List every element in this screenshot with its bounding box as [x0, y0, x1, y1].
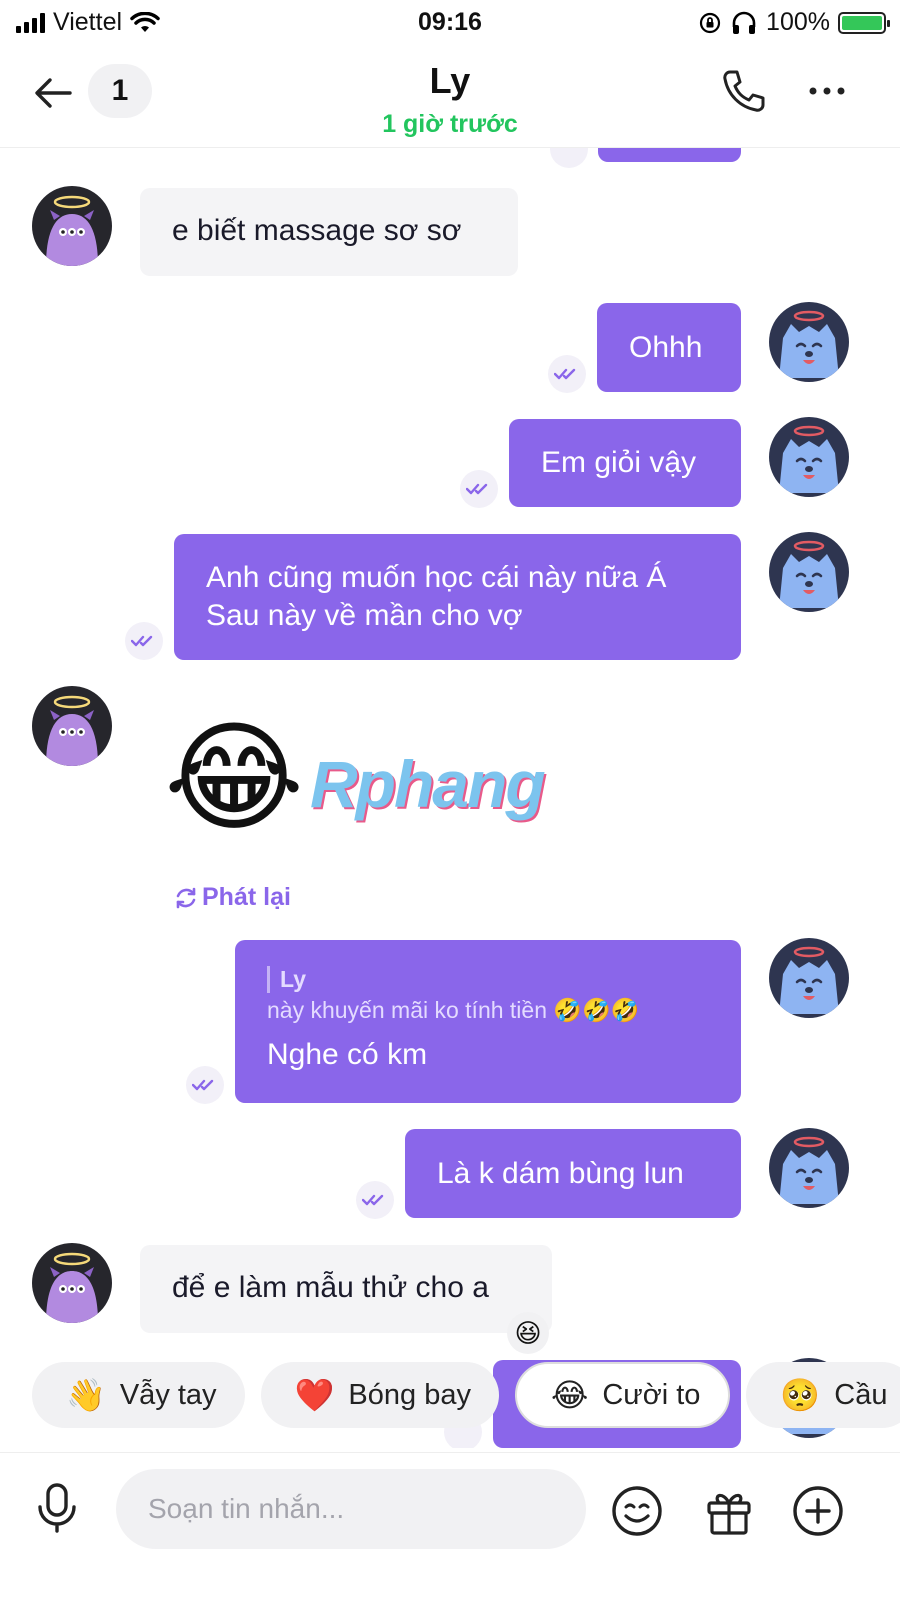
phone-call-icon[interactable]: [718, 66, 768, 116]
more-options-icon[interactable]: [802, 66, 852, 116]
message-list[interactable]: e biết massage sơ sơ Ohhh Em giỏi vậy An…: [0, 148, 900, 1448]
user-avatar[interactable]: [769, 302, 849, 382]
message-input[interactable]: [116, 1469, 586, 1549]
message-bubble-partial[interactable]: [598, 148, 741, 162]
status-right: 100%: [698, 8, 890, 37]
quick-reply-chip[interactable]: 🥺 Cầu: [746, 1362, 900, 1428]
heart-icon: ❤️: [294, 1377, 335, 1413]
message-text: Em giỏi vậy: [541, 446, 697, 479]
contact-avatar[interactable]: [32, 1243, 112, 1323]
message-composer: [0, 1452, 900, 1600]
status-bar: Viettel 09:16 100%: [0, 0, 900, 44]
message-bubble-outgoing[interactable]: Anh cũng muốn học cái này nữa Á Sau này …: [174, 534, 741, 660]
contact-avatar[interactable]: [32, 686, 112, 766]
wave-icon: 👋: [66, 1377, 106, 1413]
message-bubble-outgoing[interactable]: Em giỏi vậy: [509, 419, 741, 507]
seen-tick-icon: [186, 1066, 224, 1104]
emoji-icon[interactable]: [611, 1485, 663, 1537]
message-text-line: Anh cũng muốn học cái này nữa Á: [206, 561, 667, 594]
watermark-logo: Rphang: [310, 747, 546, 821]
battery-icon: [838, 11, 890, 34]
quick-reply-bar: 👋 Vẫy tay ❤️ Bóng bay 😂 Cười to 🥺 Cầu: [0, 1362, 900, 1428]
message-bubble-incoming[interactable]: e biết massage sơ sơ: [140, 188, 518, 276]
seen-tick-icon: [460, 470, 498, 508]
gift-icon[interactable]: [703, 1485, 755, 1537]
seen-tick-icon: [548, 355, 586, 393]
message-text-line: Sau này về mần cho vợ: [206, 599, 523, 632]
message-bubble-outgoing[interactable]: Ohhh: [597, 303, 741, 392]
seen-tick-icon: [356, 1181, 394, 1219]
headphones-icon: [732, 11, 756, 34]
message-text: Ohhh: [629, 330, 703, 364]
user-avatar[interactable]: [769, 1128, 849, 1208]
chip-label: Cười to: [602, 1378, 701, 1411]
seen-tick-icon: [550, 148, 588, 168]
message-bubble-reply[interactable]: Ly này khuyến mãi ko tính tiền 🤣🤣🤣 Nghe …: [235, 940, 741, 1103]
laughing-icon: 😂: [550, 1377, 589, 1413]
battery-percent: 100%: [766, 8, 830, 36]
quick-reply-chip[interactable]: 😂 Cười to: [514, 1362, 731, 1428]
quoted-text: này khuyến mãi ko tính tiền 🤣🤣🤣: [267, 997, 640, 1023]
refresh-icon: [176, 887, 196, 908]
replay-button[interactable]: Phát lại: [174, 883, 291, 912]
chip-label: Vẫy tay: [119, 1378, 217, 1411]
add-icon[interactable]: [792, 1485, 844, 1537]
pleading-icon: 🥺: [780, 1377, 821, 1413]
chip-label: Cầu: [834, 1378, 888, 1411]
quick-reply-chip[interactable]: 👋 Vẫy tay: [32, 1362, 245, 1428]
contact-avatar[interactable]: [32, 186, 112, 266]
microphone-icon[interactable]: [34, 1483, 80, 1533]
orientation-lock-icon: [699, 12, 721, 33]
message-text: Là k dám bùng lun: [437, 1156, 684, 1190]
message-bubble-outgoing[interactable]: Là k dám bùng lun: [405, 1129, 741, 1218]
message-reaction[interactable]: 😆: [507, 1312, 549, 1354]
user-avatar[interactable]: [769, 417, 849, 497]
quick-reply-chip[interactable]: ❤️ Bóng bay: [260, 1362, 499, 1428]
replay-label: Phát lại: [202, 883, 291, 911]
user-avatar[interactable]: [769, 938, 849, 1018]
seen-tick-icon: [125, 622, 163, 660]
message-bubble-incoming[interactable]: để e làm mẫu thử cho a: [140, 1245, 552, 1333]
chat-header: 1 Ly 1 giờ trước: [0, 48, 900, 148]
quoted-sender: Ly: [267, 966, 709, 993]
chip-label: Bóng bay: [348, 1378, 471, 1411]
message-text: Nghe có km: [267, 1038, 428, 1071]
user-avatar[interactable]: [769, 532, 849, 612]
sticker-emoji[interactable]: 😂: [164, 708, 304, 848]
